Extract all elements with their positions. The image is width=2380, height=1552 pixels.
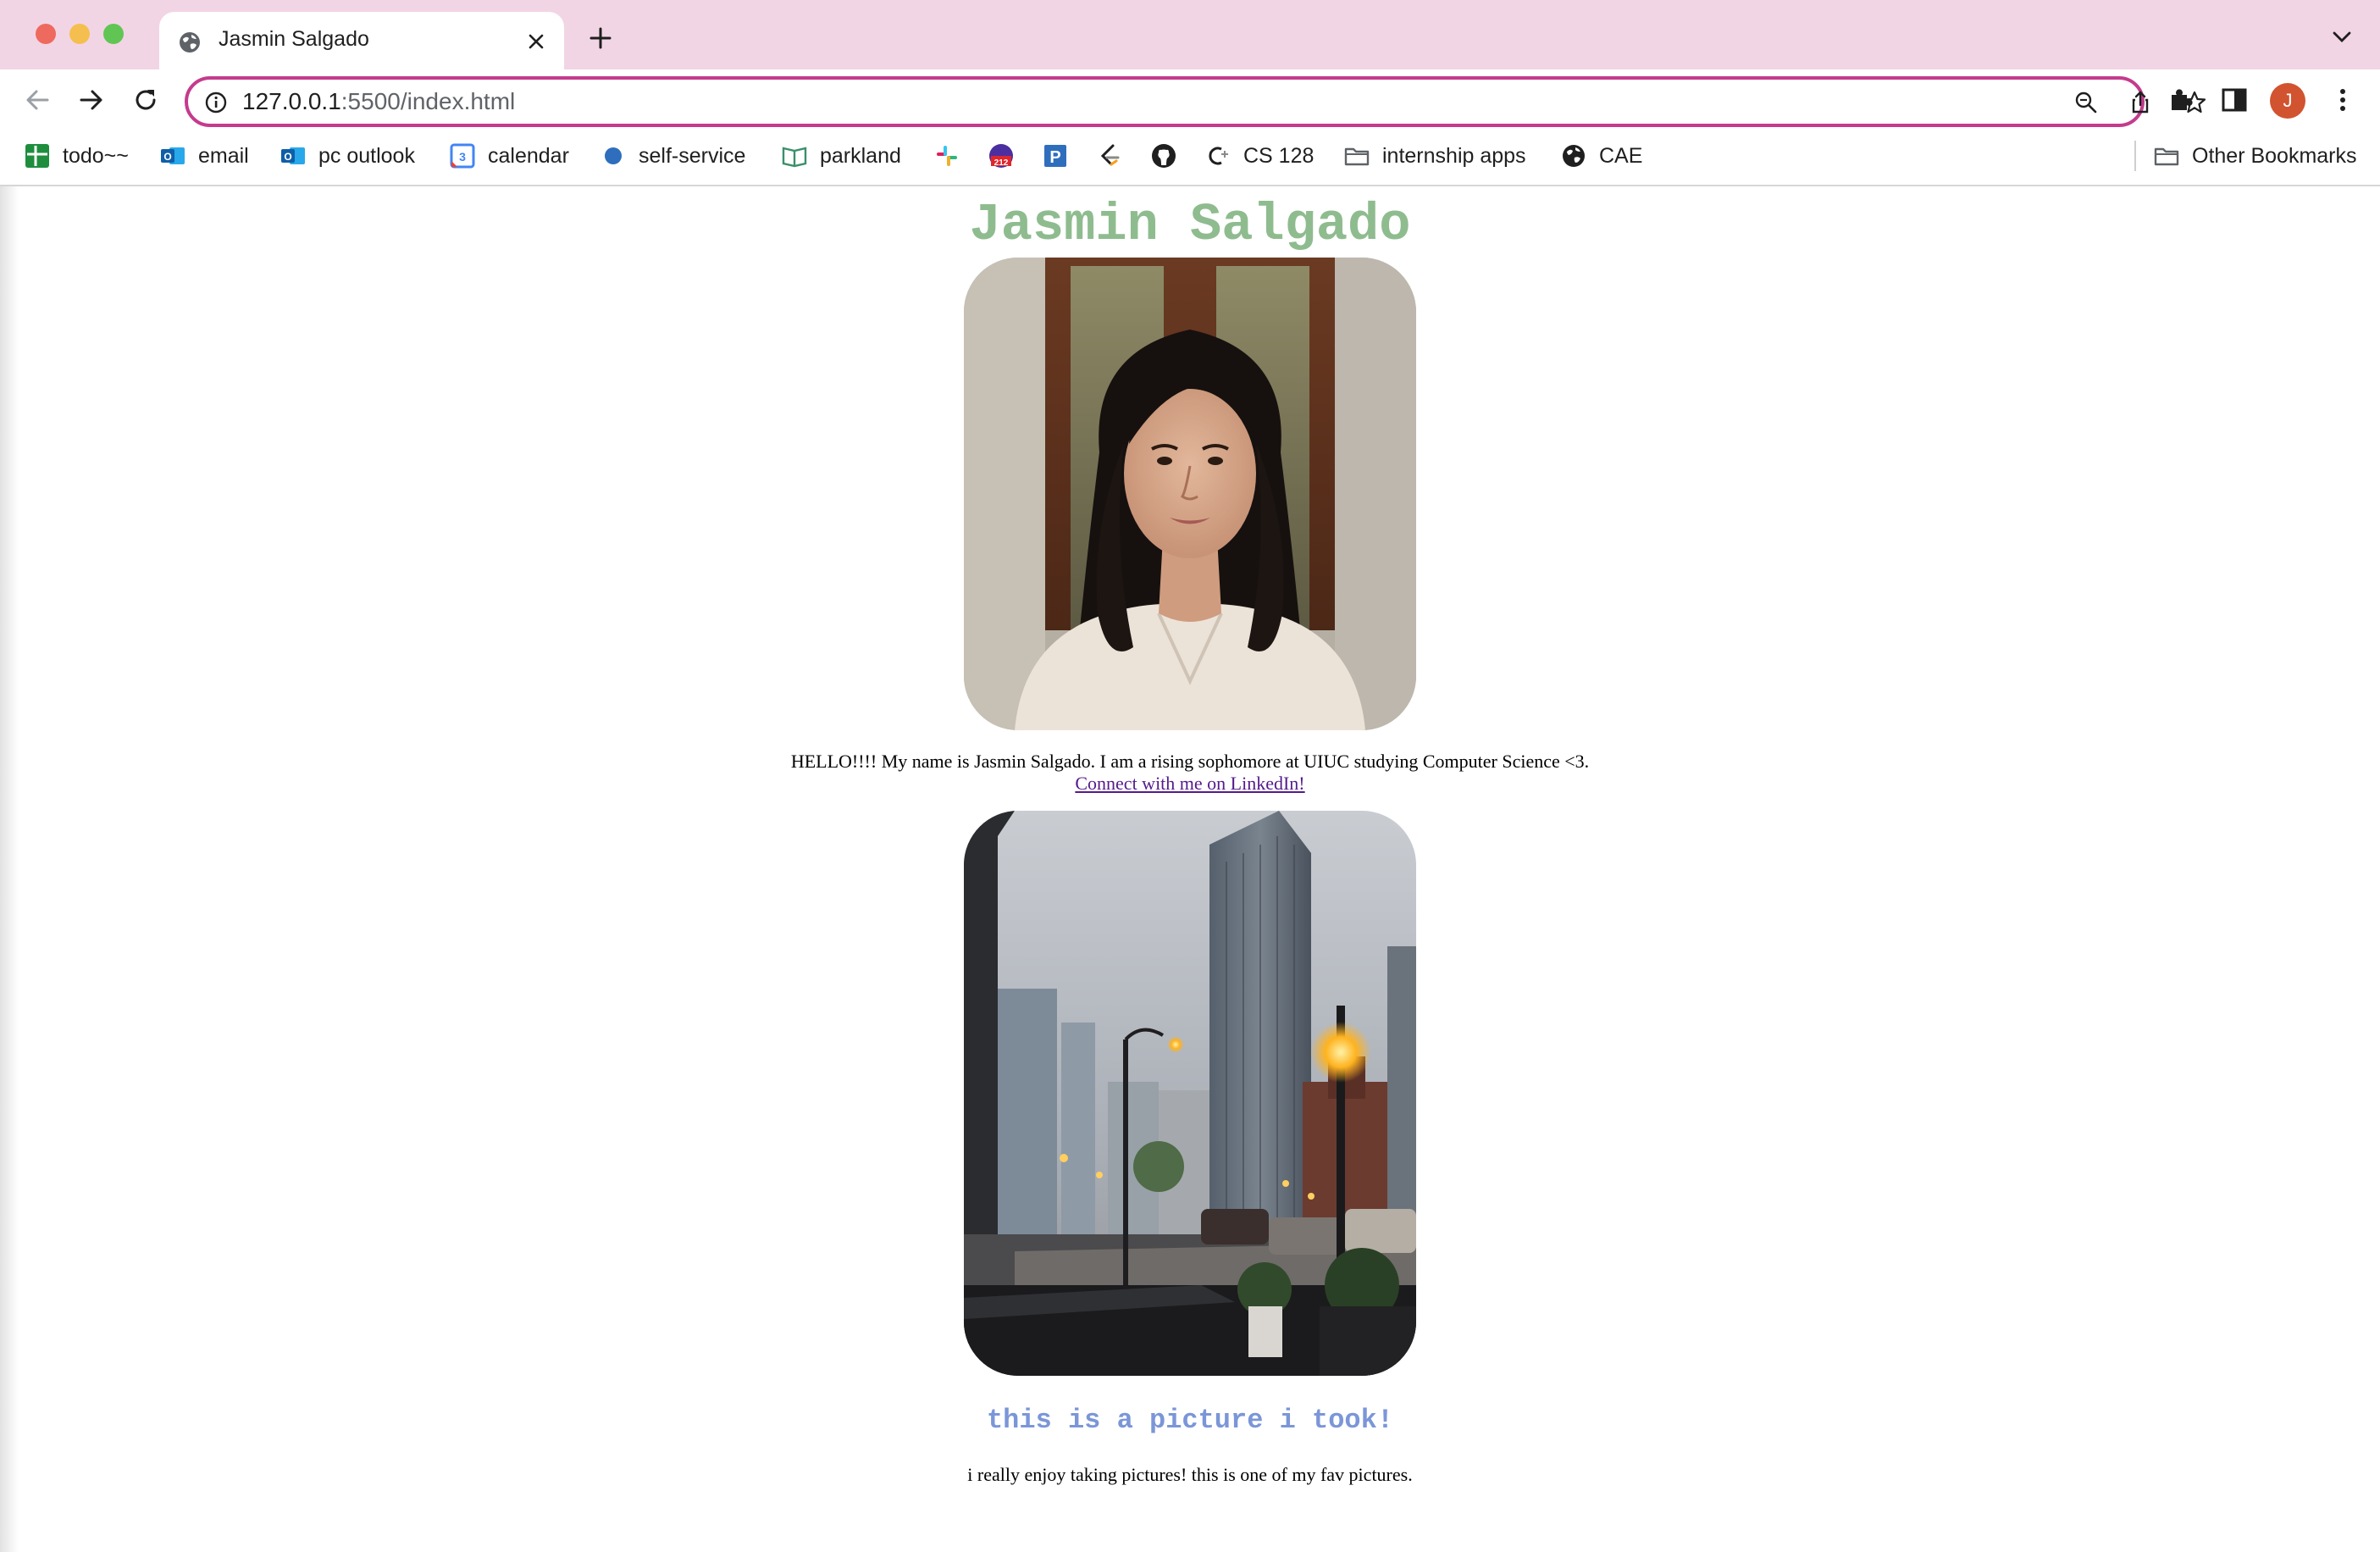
calendar-icon: 3 [450, 143, 475, 169]
outlook-icon: O [281, 147, 305, 164]
url-path: :5500/index.html [340, 88, 516, 114]
bookmarks-bar: todo~~ O email O pc outlook 3 calendar s… [0, 130, 2380, 186]
linkedin-link[interactable]: Connect with me on LinkedIn! [1075, 773, 1304, 794]
globe-icon [1563, 145, 1585, 167]
sheets-icon [25, 144, 49, 168]
intro-block: HELLO!!!! My name is Jasmin Salgado. I a… [0, 751, 2380, 795]
intro-text: HELLO!!!! My name is Jasmin Salgado. I a… [790, 751, 1590, 772]
p-logo-icon: P [1044, 145, 1066, 167]
city-photo [964, 811, 1416, 1376]
minimize-window-button[interactable] [69, 24, 90, 44]
bookmark-internship-apps[interactable]: internship apps [1343, 139, 1526, 173]
page-content: Jasmin Salgado HELLO!!!! My name is Jasm… [0, 186, 2380, 1552]
bookmark-label: CAE [1599, 143, 1643, 168]
page-title: Jasmin Salgado [969, 195, 1411, 255]
new-tab-icon[interactable] [588, 25, 613, 51]
bookmark-label: internship apps [1382, 143, 1526, 168]
photo-heading: this is a picture i took! [986, 1405, 1394, 1436]
more-menu-icon[interactable] [2327, 85, 2358, 115]
photo-caption: i really enjoy taking pictures! this is … [967, 1464, 1413, 1485]
bookmark-calendar[interactable]: 3 calendar [449, 139, 569, 173]
bookmark-label: calendar [488, 143, 569, 168]
share-icon[interactable] [2128, 90, 2153, 115]
other-bookmarks-label: Other Bookmarks [2192, 143, 2357, 168]
bookmark-email[interactable]: O email [159, 139, 249, 173]
folder-icon [2154, 147, 2179, 166]
portrait-photo [964, 258, 1416, 730]
svg-text:3: 3 [459, 150, 466, 164]
bookmark-prairielearn[interactable]: P [1042, 139, 1081, 173]
profile-avatar[interactable]: J [2270, 83, 2305, 119]
bookmark-label: pc outlook [318, 143, 415, 168]
tab-strip: Jasmin Salgado [0, 0, 2380, 69]
fullscreen-window-button[interactable] [103, 24, 124, 44]
window-edge-shadow [0, 186, 19, 1552]
folder-icon [1344, 147, 1370, 166]
bookmarks-divider [2134, 141, 2136, 171]
svg-text:O: O [163, 151, 171, 163]
extensions-icon[interactable] [2165, 85, 2195, 115]
bookmark-ccs[interactable]: 212 [988, 139, 1027, 173]
tab-title: Jasmin Salgado [219, 27, 369, 51]
address-bar[interactable]: 127.0.0.1:5500/index.html [185, 76, 2206, 127]
side-panel-icon[interactable] [2219, 85, 2250, 115]
other-bookmarks[interactable]: Other Bookmarks [2153, 139, 2357, 173]
bookmark-github[interactable] [1150, 139, 1189, 173]
leetcode-icon [1100, 144, 1120, 166]
zoom-icon[interactable] [2073, 90, 2099, 115]
bookmark-todo[interactable]: todo~~ [24, 139, 129, 173]
bookmark-label: self-service [639, 143, 746, 168]
close-window-button[interactable] [36, 24, 56, 44]
info-icon[interactable] [203, 90, 229, 115]
bookmark-leetcode[interactable] [1096, 139, 1135, 173]
svg-text:O: O [284, 151, 291, 163]
tab-active[interactable]: Jasmin Salgado [159, 12, 564, 69]
cs-icon [1209, 147, 1228, 165]
bookmark-slack[interactable] [933, 139, 972, 173]
svg-text:212: 212 [994, 158, 1009, 168]
app-badge-icon: 212 [989, 144, 1013, 168]
reload-icon[interactable] [130, 85, 161, 115]
back-arrow-icon[interactable] [22, 85, 53, 115]
bookmark-parkland[interactable]: parkland [781, 139, 901, 173]
svg-text:P: P [1049, 148, 1060, 167]
bookmark-cae[interactable]: CAE [1560, 139, 1642, 173]
blue-dot-icon [605, 147, 622, 164]
globe-icon [180, 32, 200, 53]
forward-arrow-icon[interactable] [76, 85, 107, 115]
bookmark-self-service[interactable]: self-service [600, 139, 745, 173]
bookmark-cs128[interactable]: CS 128 [1204, 139, 1314, 173]
chevron-down-icon[interactable] [2331, 29, 2353, 46]
city-illustration [964, 811, 1416, 1376]
bookmark-label: email [198, 143, 249, 168]
url-text: 127.0.0.1:5500/index.html [242, 88, 515, 115]
url-host: 127.0.0.1 [242, 88, 341, 114]
bookmark-label: todo~~ [63, 143, 129, 168]
github-icon [1152, 144, 1176, 168]
bookmark-label: CS 128 [1243, 143, 1315, 168]
browser-toolbar: 127.0.0.1:5500/index.html J [0, 69, 2380, 130]
close-icon[interactable] [525, 30, 547, 53]
portrait-illustration [964, 258, 1416, 730]
book-icon [782, 147, 807, 168]
slack-icon [937, 146, 957, 166]
outlook-icon: O [161, 147, 185, 164]
bookmark-pc-outlook[interactable]: O pc outlook [280, 139, 415, 173]
bookmark-label: parkland [820, 143, 901, 168]
